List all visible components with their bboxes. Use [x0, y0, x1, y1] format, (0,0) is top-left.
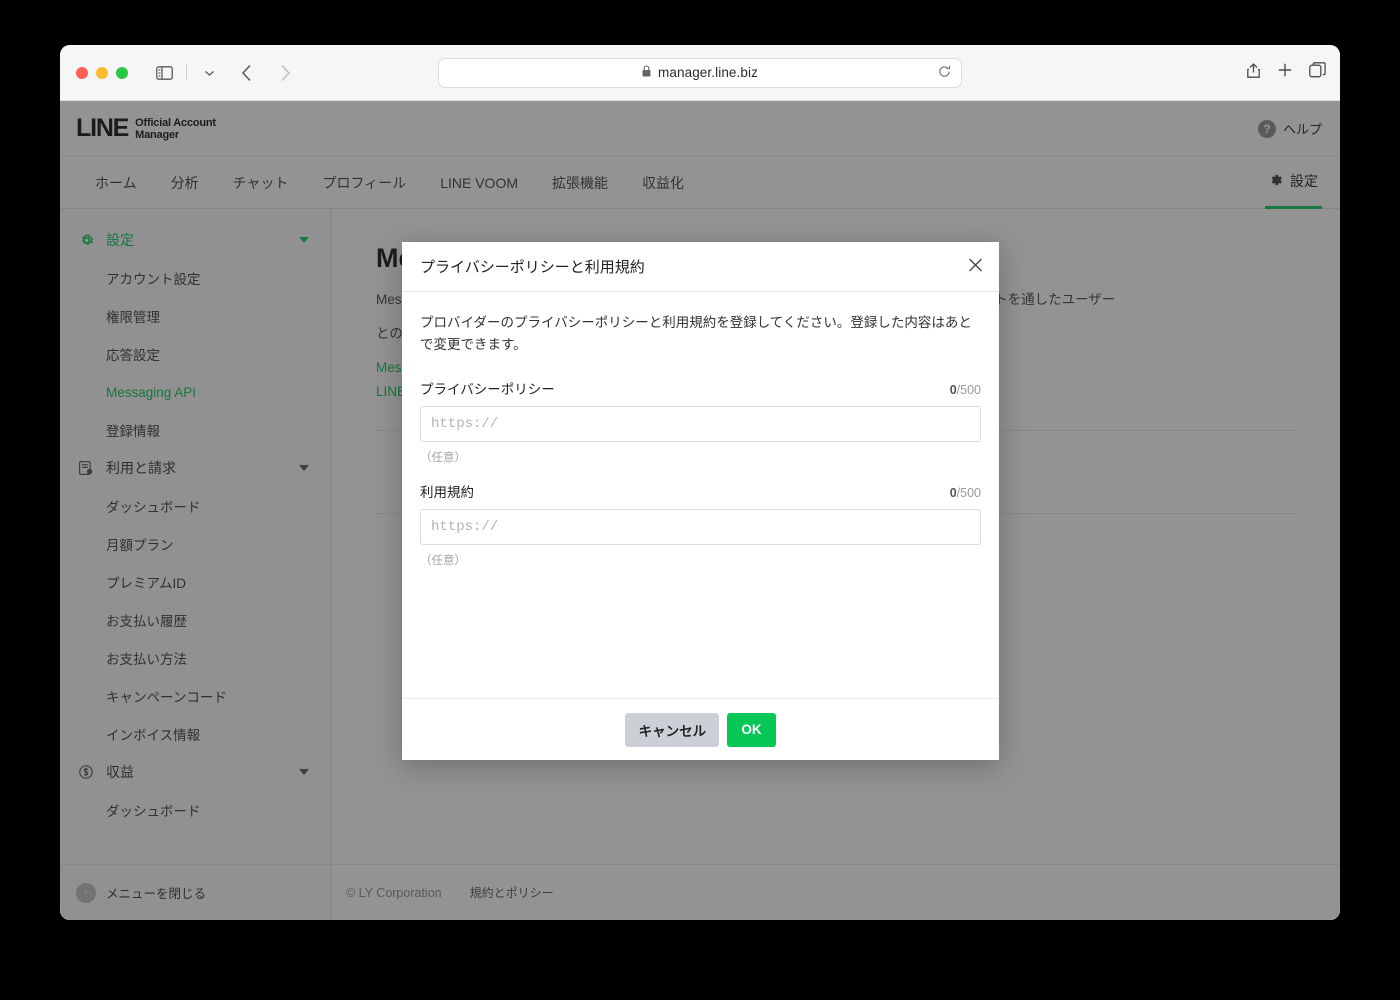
ok-button[interactable]: OK	[727, 712, 776, 747]
url-text: manager.line.biz	[658, 65, 758, 80]
privacy-policy-modal: プライバシーポリシーと利用規約 プロバイダーのプライバシーポリシーと利用規約を登…	[402, 242, 999, 760]
cancel-button[interactable]: キャンセル	[625, 712, 720, 747]
privacy-policy-count-max: /500	[956, 383, 981, 397]
share-icon[interactable]	[1246, 61, 1261, 84]
toolbar-divider	[186, 64, 187, 81]
page-content: LINE Official Account Manager ? ヘルプ ホーム …	[60, 101, 1340, 920]
privacy-policy-field-header: プライバシーポリシー 0/500	[420, 378, 981, 398]
close-window-button[interactable]	[76, 66, 88, 79]
terms-of-use-count-current: 0	[949, 486, 957, 500]
chevron-down-icon[interactable]	[195, 60, 223, 86]
plus-icon[interactable]	[1277, 62, 1293, 83]
modal-description: プロバイダーのプライバシーポリシーと利用規約を登録してください。登録した内容はあ…	[420, 315, 972, 352]
lock-icon	[642, 65, 651, 80]
reload-icon[interactable]	[938, 65, 951, 81]
terms-of-use-count-max: /500	[956, 486, 981, 500]
tabs-icon[interactable]	[1309, 62, 1326, 83]
privacy-policy-label: プライバシーポリシー	[420, 382, 555, 397]
modal-body: プロバイダーのプライバシーポリシーと利用規約を登録してください。登録した内容はあ…	[402, 292, 999, 698]
terms-of-use-input[interactable]	[420, 509, 981, 545]
maximize-window-button[interactable]	[116, 66, 128, 79]
terms-of-use-label: 利用規約	[420, 485, 474, 500]
browser-toolbar: manager.line.biz	[60, 45, 1340, 101]
modal-title: プライバシーポリシーと利用規約	[420, 259, 645, 276]
sidebar-toggle-icon[interactable]	[150, 60, 178, 86]
modal-header: プライバシーポリシーと利用規約	[402, 242, 999, 292]
terms-of-use-field-header: 利用規約 0/500	[420, 481, 981, 501]
minimize-window-button[interactable]	[96, 66, 108, 79]
modal-footer: キャンセル OK	[402, 698, 999, 760]
privacy-policy-counter: 0/500	[950, 383, 981, 397]
terms-of-use-field: 利用規約 0/500 （任意）	[420, 481, 981, 568]
window-controls	[76, 66, 128, 79]
forward-button[interactable]	[271, 60, 299, 86]
close-icon[interactable]	[968, 257, 983, 276]
browser-window: manager.line.biz プライバシーポリシーと利用規約 プロバイダーの…	[60, 45, 1340, 920]
address-bar[interactable]: manager.line.biz	[438, 57, 962, 88]
back-button[interactable]	[233, 60, 261, 86]
privacy-policy-field: プライバシーポリシー 0/500 （任意）	[420, 378, 981, 465]
toolbar-actions	[1246, 61, 1326, 84]
terms-of-use-hint: （任意）	[420, 555, 466, 567]
privacy-policy-input[interactable]	[420, 406, 981, 442]
toolbar-nav-group	[150, 60, 299, 86]
terms-of-use-counter: 0/500	[950, 486, 981, 500]
privacy-policy-hint: （任意）	[420, 452, 466, 464]
privacy-policy-count-current: 0	[949, 383, 957, 397]
